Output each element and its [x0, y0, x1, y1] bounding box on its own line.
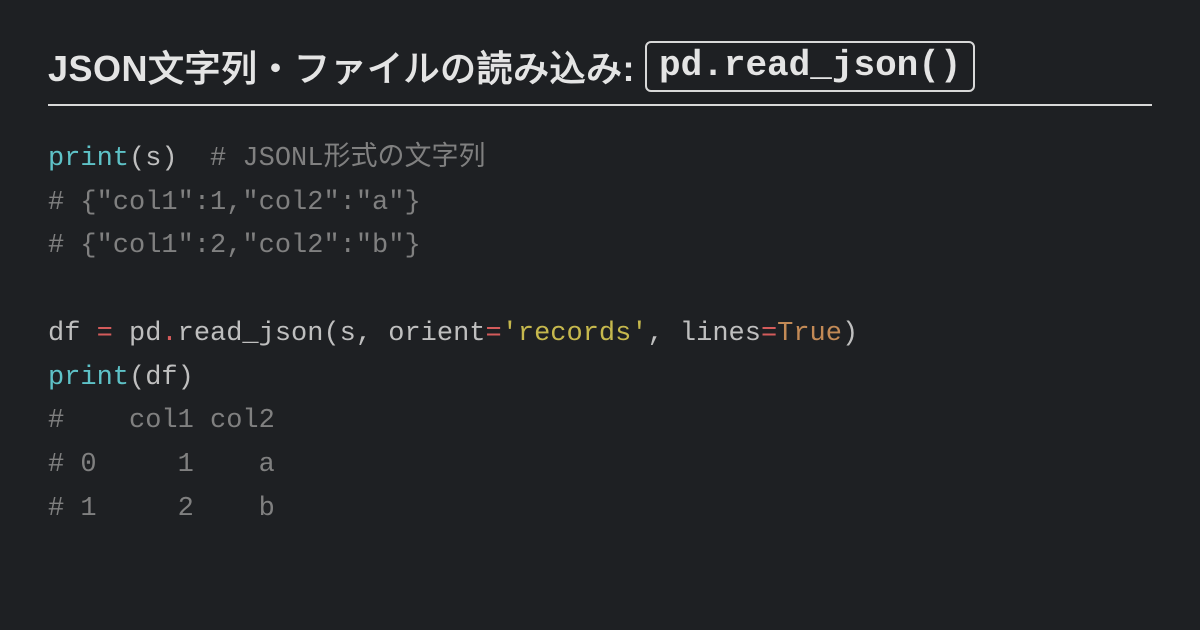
print-fn: print [48, 363, 129, 393]
comma: , [648, 319, 664, 349]
var-df: df [48, 319, 97, 349]
paren-open: ( [129, 144, 145, 174]
fn-read-json: read_json [178, 319, 324, 349]
obj-pd: pd [129, 319, 161, 349]
space [113, 319, 129, 349]
dot: . [161, 319, 177, 349]
line-5: df = pd.read_json(s, orient='records', l… [48, 319, 858, 349]
line-3: # {"col1":2,"col2":"b"} [48, 231, 421, 261]
line-1: print(s) # JSONL形式の文字列 [48, 144, 485, 174]
arg-s: s [340, 319, 356, 349]
line-9: # 1 2 b [48, 494, 275, 524]
kw-true: True [777, 319, 842, 349]
eq: = [485, 319, 501, 349]
page-title-code: pd.read_json() [645, 41, 975, 92]
eq: = [761, 319, 777, 349]
line-8: # 0 1 a [48, 450, 275, 480]
arg-s: s [145, 144, 161, 174]
space [664, 319, 680, 349]
paren-open: ( [323, 319, 339, 349]
kwarg-orient: orient [388, 319, 485, 349]
comment-jsonl: # JSONL形式の文字列 [210, 144, 485, 174]
code-block: print(s) # JSONL形式の文字列 # {"col1":1,"col2… [48, 138, 1152, 532]
space [372, 319, 388, 349]
line-6: print(df) [48, 363, 194, 393]
line-7: # col1 col2 [48, 406, 275, 436]
print-fn: print [48, 144, 129, 174]
paren-open: ( [129, 363, 145, 393]
paren-close: ) [842, 319, 858, 349]
header: JSON文字列・ファイルの読み込み: pd.read_json() [48, 40, 1152, 106]
page-title-prefix: JSON文字列・ファイルの読み込み: [48, 40, 635, 92]
str-records: 'records' [502, 319, 648, 349]
comma: , [356, 319, 372, 349]
spaces [178, 144, 210, 174]
paren-close: ) [161, 144, 177, 174]
line-2: # {"col1":1,"col2":"a"} [48, 188, 421, 218]
assign-op: = [97, 319, 113, 349]
arg-df: df [145, 363, 177, 393]
kwarg-lines: lines [680, 319, 761, 349]
paren-close: ) [178, 363, 194, 393]
